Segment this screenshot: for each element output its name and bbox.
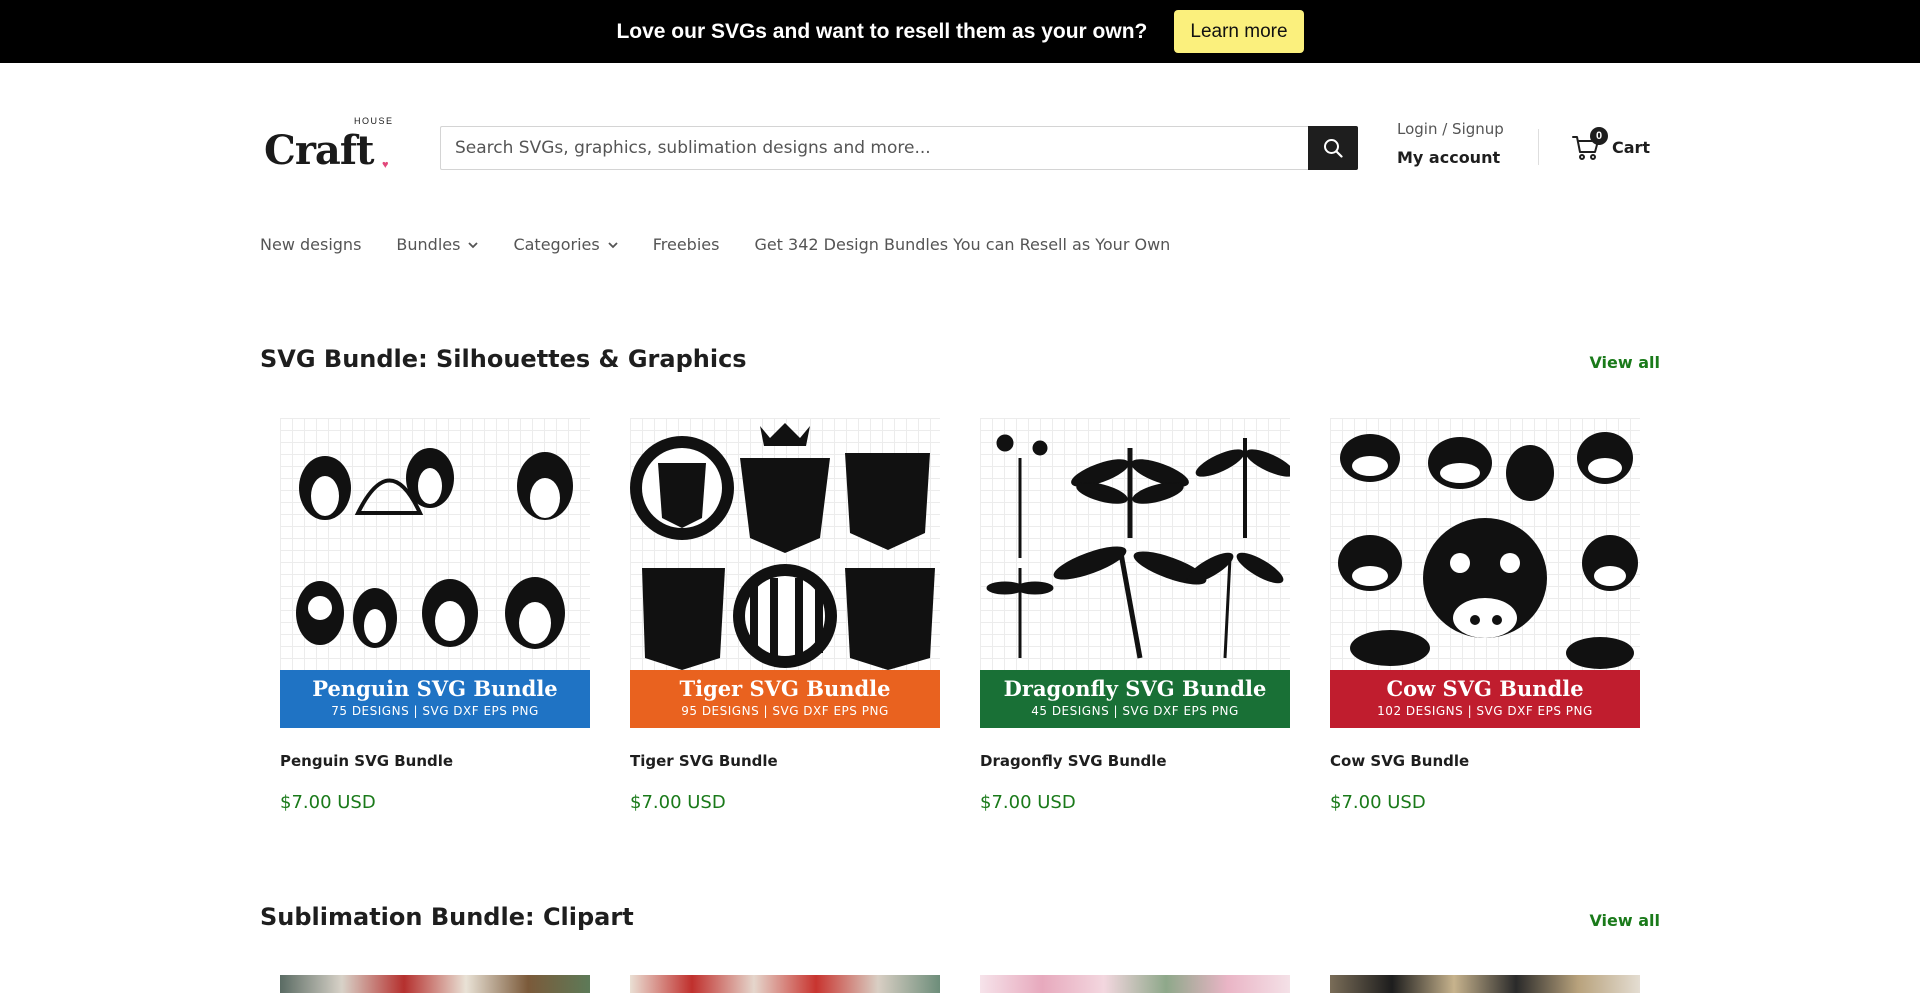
product-image[interactable]: Penguin SVG Bundle 75 DESIGNS | SVG DXF …: [280, 418, 590, 728]
nav-label: New designs: [260, 235, 362, 254]
product-image-peek[interactable]: [630, 975, 940, 993]
product-grid: Penguin SVG Bundle 75 DESIGNS | SVG DXF …: [280, 418, 1640, 813]
cart-button[interactable]: 0 Cart: [1572, 127, 1651, 161]
learn-more-button[interactable]: Learn more: [1174, 10, 1304, 53]
dragonfly-illustration: [986, 434, 1290, 659]
announcement-text: Love our SVGs and want to resell them as…: [616, 19, 1148, 43]
banner-title: Penguin SVG Bundle: [312, 676, 558, 701]
header-divider: [1538, 129, 1539, 165]
tiger-illustration: [630, 423, 935, 670]
banner-subtitle: 45 DESIGNS | SVG DXF EPS PNG: [1031, 704, 1239, 718]
nav-resell-bundles[interactable]: Get 342 Design Bundles You can Resell as…: [754, 235, 1170, 254]
search-button[interactable]: [1308, 126, 1358, 170]
product-banner: Cow SVG Bundle 102 DESIGNS | SVG DXF EPS…: [1330, 670, 1640, 728]
nav-bundles[interactable]: Bundles: [396, 235, 479, 254]
penguin-illustration: [296, 448, 573, 649]
account-links: Login / Signup My account: [1397, 120, 1504, 167]
product-grid: [280, 975, 1640, 993]
banner-title: Cow SVG Bundle: [1386, 676, 1584, 701]
banner-subtitle: 95 DESIGNS | SVG DXF EPS PNG: [681, 704, 889, 718]
cart-count-badge: 0: [1590, 127, 1608, 145]
section-title: SVG Bundle: Silhouettes & Graphics: [260, 345, 747, 373]
login-signup-link[interactable]: Login / Signup: [1397, 120, 1504, 138]
logo-small-text: HOUSE: [354, 116, 394, 126]
logo-word: Craft: [264, 127, 375, 174]
main-nav: New designs Bundles Categories Freebies …: [260, 235, 1205, 254]
product-title[interactable]: Tiger SVG Bundle: [630, 752, 940, 770]
search-icon: [1324, 139, 1343, 158]
product-card[interactable]: Cow SVG Bundle 102 DESIGNS | SVG DXF EPS…: [1330, 418, 1640, 813]
product-price: $7.00 USD: [1330, 792, 1426, 813]
nav-label: Freebies: [652, 235, 720, 254]
view-all-link[interactable]: View all: [1589, 353, 1660, 372]
nav-categories[interactable]: Categories: [513, 235, 618, 254]
product-image[interactable]: Dragonfly SVG Bundle 45 DESIGNS | SVG DX…: [980, 418, 1290, 728]
craft-house-logo[interactable]: HOUSE Craft ♥: [264, 115, 396, 175]
product-price: $7.00 USD: [280, 792, 376, 813]
cart-label: Cart: [1612, 137, 1651, 157]
nav-label: Bundles: [396, 235, 461, 254]
banner-subtitle: 75 DESIGNS | SVG DXF EPS PNG: [331, 704, 539, 718]
product-card[interactable]: Tiger SVG Bundle 95 DESIGNS | SVG DXF EP…: [630, 418, 940, 813]
banner-title: Tiger SVG Bundle: [679, 676, 891, 701]
product-image-peek[interactable]: [1330, 975, 1640, 993]
banner-title: Dragonfly SVG Bundle: [1003, 676, 1267, 701]
product-image[interactable]: Tiger SVG Bundle 95 DESIGNS | SVG DXF EP…: [630, 418, 940, 728]
heart-icon: ♥: [382, 159, 389, 171]
cow-illustration: [1338, 432, 1638, 669]
nav-label: Get 342 Design Bundles You can Resell as…: [754, 235, 1171, 254]
product-title[interactable]: Dragonfly SVG Bundle: [980, 752, 1290, 770]
announcement-bar: Love our SVGs and want to resell them as…: [0, 0, 1920, 63]
chevron-down-icon: [608, 241, 618, 248]
product-price: $7.00 USD: [630, 792, 726, 813]
section-title: Sublimation Bundle: Clipart: [260, 903, 634, 931]
chevron-down-icon: [468, 241, 479, 248]
search-bar: [440, 126, 1358, 170]
search-input[interactable]: [440, 126, 1308, 170]
product-title[interactable]: Cow SVG Bundle: [1330, 752, 1640, 770]
nav-freebies[interactable]: Freebies: [653, 235, 720, 254]
product-title[interactable]: Penguin SVG Bundle: [280, 752, 590, 770]
my-account-link[interactable]: My account: [1397, 148, 1504, 167]
cart-icon: 0: [1572, 127, 1608, 161]
nav-label: Categories: [513, 235, 600, 254]
product-image-peek[interactable]: [980, 975, 1290, 993]
banner-subtitle: 102 DESIGNS | SVG DXF EPS PNG: [1377, 704, 1593, 718]
product-price: $7.00 USD: [980, 792, 1076, 813]
view-all-link[interactable]: View all: [1589, 911, 1660, 930]
product-banner: Tiger SVG Bundle 95 DESIGNS | SVG DXF EP…: [630, 670, 940, 728]
product-card[interactable]: Penguin SVG Bundle 75 DESIGNS | SVG DXF …: [280, 418, 590, 813]
product-banner: Dragonfly SVG Bundle 45 DESIGNS | SVG DX…: [980, 670, 1290, 728]
product-banner: Penguin SVG Bundle 75 DESIGNS | SVG DXF …: [280, 670, 590, 728]
product-image-peek[interactable]: [280, 975, 590, 993]
nav-new-designs[interactable]: New designs: [260, 235, 361, 254]
product-card[interactable]: Dragonfly SVG Bundle 45 DESIGNS | SVG DX…: [980, 418, 1290, 813]
product-image[interactable]: Cow SVG Bundle 102 DESIGNS | SVG DXF EPS…: [1330, 418, 1640, 728]
